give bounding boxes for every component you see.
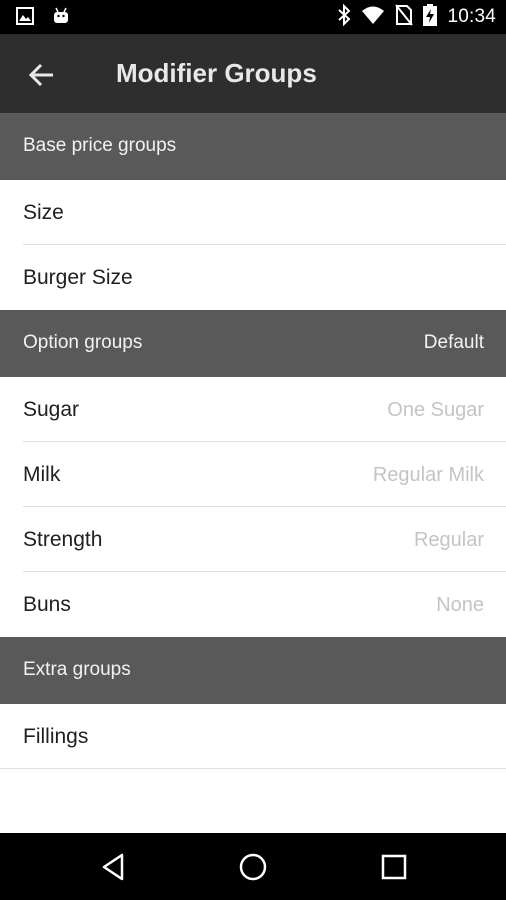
item-default-value: Regular Milk: [372, 464, 484, 486]
list-item-size[interactable]: Size: [0, 180, 506, 245]
section-header-option: Option groups Default: [0, 310, 506, 377]
nav-home-button[interactable]: [235, 849, 271, 885]
status-bar: 10:34: [0, 0, 506, 34]
section-header-base-price: Base price groups: [0, 113, 506, 180]
item-default-value: None: [436, 594, 484, 616]
item-label: Burger Size: [23, 266, 133, 289]
home-circle-icon: [239, 853, 267, 881]
section-header-extra: Extra groups: [0, 637, 506, 704]
list-item-burger-size[interactable]: Burger Size: [0, 245, 506, 310]
divider: [0, 768, 506, 769]
item-label: Size: [23, 201, 64, 224]
default-column-label: Default: [423, 332, 484, 353]
wifi-icon: [361, 5, 385, 30]
nav-back-button[interactable]: [96, 849, 132, 885]
android-icon: [52, 7, 70, 30]
list-item-buns[interactable]: Buns None: [0, 572, 506, 637]
nav-recents-button[interactable]: [376, 849, 412, 885]
no-sim-icon: [395, 3, 414, 31]
list-item-sugar[interactable]: Sugar One Sugar: [0, 377, 506, 442]
list-item-fillings[interactable]: Fillings: [0, 704, 506, 769]
item-default-value: One Sugar: [387, 399, 484, 421]
battery-charging-icon: [423, 3, 438, 31]
item-label: Milk: [23, 463, 61, 486]
back-triangle-icon: [102, 853, 124, 881]
page-title: Modifier Groups: [116, 58, 317, 88]
item-label: Sugar: [23, 398, 80, 421]
item-label: Fillings: [23, 725, 89, 748]
section-title: Extra groups: [23, 659, 131, 680]
bluetooth-icon: [337, 3, 351, 31]
list-item-milk[interactable]: Milk Regular Milk: [0, 442, 506, 507]
arrow-back-icon: [28, 63, 53, 87]
recents-square-icon: [381, 854, 407, 880]
item-label: Strength: [23, 528, 103, 551]
system-nav-bar: [0, 833, 506, 900]
list-item-strength[interactable]: Strength Regular: [0, 507, 506, 572]
modifier-groups-list: Base price groups Size Burger Size Optio…: [0, 113, 506, 833]
app-bar: Modifier Groups: [0, 34, 506, 113]
back-button[interactable]: [22, 56, 60, 94]
item-default-value: Regular: [413, 529, 484, 551]
section-title: Option groups: [23, 332, 143, 353]
section-title: Base price groups: [23, 135, 177, 156]
image-icon: [16, 7, 34, 30]
item-label: Buns: [23, 593, 71, 616]
status-time: 10:34: [447, 6, 496, 27]
